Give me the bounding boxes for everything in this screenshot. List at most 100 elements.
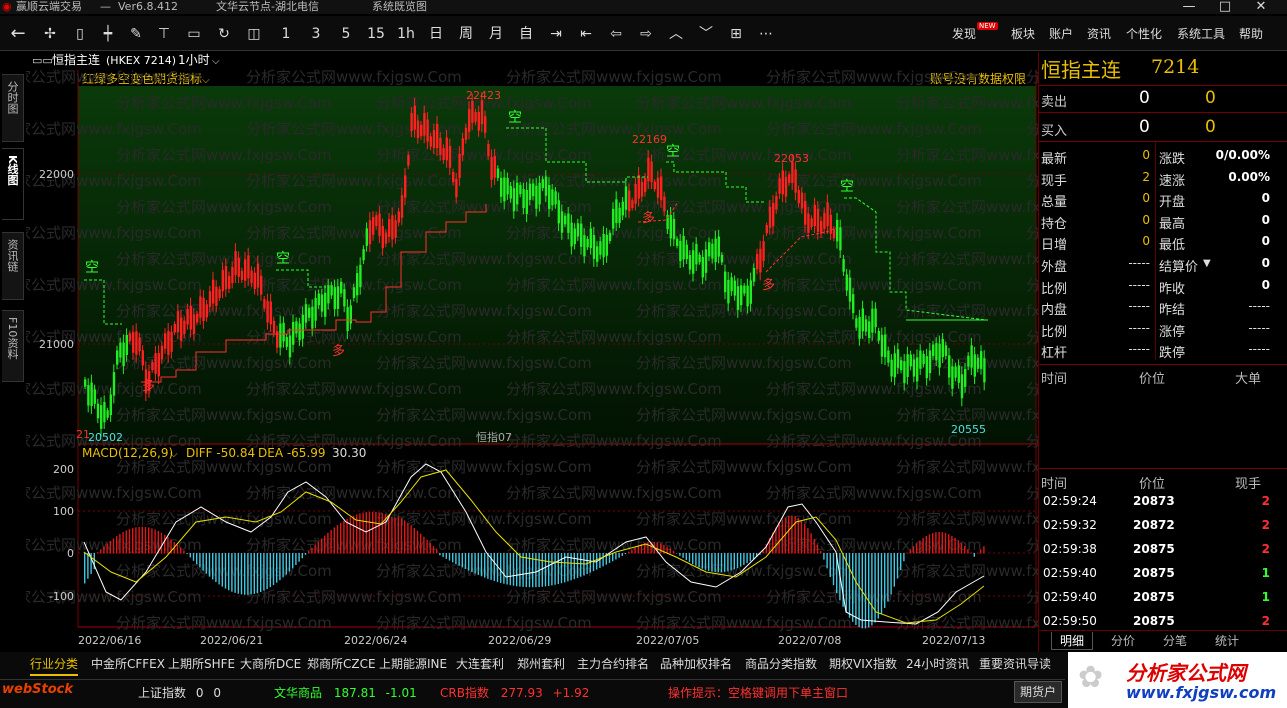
chevron-down-icon[interactable]: ⌵ — [212, 56, 220, 67]
bar-chart-icon[interactable]: ┿ — [98, 24, 118, 44]
tab-timeshare[interactable]: 分时图 — [2, 74, 24, 142]
menu-sector[interactable]: 板块 — [1011, 25, 1035, 42]
candle-body — [90, 382, 93, 407]
new-badge: NEW — [977, 22, 998, 30]
menu-account[interactable]: 账户 — [1049, 25, 1073, 42]
chart-menu-icon[interactable]: ▭▭ — [32, 54, 53, 67]
chart-area[interactable]: ▭▭ 恒指主连 (HKEX 7214) 1小时 ⌵ 红绿多空变色期货指标 ⌵ 账… — [26, 52, 1038, 652]
index3-change: +1.92 — [552, 686, 590, 700]
period-day[interactable]: 日 — [426, 24, 446, 44]
refresh-icon[interactable]: ↻ — [214, 24, 234, 44]
minimize-button[interactable]: — — [1172, 0, 1206, 16]
macd-title[interactable]: MACD(12,26,9) — [82, 446, 173, 460]
menu-news[interactable]: 资讯 — [1087, 25, 1111, 42]
macd-bar — [314, 544, 316, 554]
period-1min[interactable]: 1 — [276, 24, 296, 44]
more-icon[interactable]: ⋯ — [756, 24, 776, 44]
tab-f10[interactable]: F10资料 — [2, 310, 24, 382]
pin-icon[interactable]: ⊤ — [154, 24, 174, 44]
candle-body — [288, 335, 292, 358]
period-5min[interactable]: 5 — [336, 24, 356, 44]
watermark-text: 分析家公式网www.fxjgsw.Com — [246, 380, 462, 398]
tab-stats[interactable]: 统计 — [1207, 632, 1247, 649]
maximize-button[interactable]: □ — [1208, 0, 1242, 16]
macd-bar — [276, 553, 278, 583]
market-tab[interactable]: 商品分类指数 — [745, 654, 817, 674]
macd-bar — [612, 553, 614, 562]
menu-personalize[interactable]: 个性化 — [1126, 25, 1162, 42]
macd-value: 30.30 — [332, 446, 366, 460]
index-wenhua[interactable]: 文华商品 187.81 -1.01 — [274, 684, 417, 701]
sell-row[interactable]: 卖出 0 0 — [1039, 88, 1287, 110]
divider — [1039, 141, 1287, 142]
quote-label[interactable]: 结算价 — [1159, 256, 1198, 275]
period-3min[interactable]: 3 — [306, 24, 326, 44]
index-crb[interactable]: CRB指数 277.93 +1.92 — [440, 684, 589, 701]
period-1h[interactable]: 1h — [394, 24, 418, 44]
arrow-up-icon[interactable]: ︿ — [666, 24, 686, 44]
candle-body — [778, 178, 781, 194]
market-tab[interactable]: 期权VIX指数 — [829, 654, 897, 674]
candle-body — [772, 202, 775, 227]
macd-chevron-icon[interactable]: ⌵ — [170, 449, 178, 460]
tab-kline[interactable]: K线图 — [2, 148, 24, 220]
cycle-icon[interactable]: ▭ — [184, 24, 204, 44]
market-tab[interactable]: 上期能源INE — [379, 654, 447, 674]
period-month[interactable]: 月 — [486, 24, 506, 44]
menu-discover[interactable]: 发现 — [952, 25, 976, 42]
tab-trades[interactable]: 分笔 — [1155, 632, 1195, 649]
market-tab[interactable]: 郑商所CZCE — [307, 654, 376, 674]
market-tab[interactable]: 品种加权排名 — [660, 654, 732, 674]
shrink-icon[interactable]: ⇥ — [546, 24, 566, 44]
arrow-right-icon[interactable]: ⇨ — [636, 24, 656, 44]
menu-system-tools[interactable]: 系统工具 — [1177, 25, 1225, 42]
tab-news-chain[interactable]: 资讯链 — [2, 232, 24, 300]
market-tab[interactable]: 24小时资讯 — [906, 654, 969, 674]
watermark-text: 分析家公式网www.fxjgsw.Com — [506, 484, 722, 502]
divider — [1039, 468, 1287, 469]
tab-detail[interactable]: 明细 — [1051, 632, 1093, 650]
macd-bar — [621, 553, 623, 556]
index-shanghai[interactable]: 上证指数 0 0 — [138, 684, 221, 701]
tick-row[interactable]: 02:59:38 20875 2 — [1039, 539, 1287, 561]
indicator-chevron-icon[interactable]: ⌵ — [202, 75, 210, 86]
settle-dropdown-icon[interactable]: ▼ — [1203, 258, 1211, 269]
arrow-down-icon[interactable]: ﹀ — [696, 24, 716, 44]
webstock-logo[interactable]: webStock — [2, 682, 73, 697]
layout-icon[interactable]: ⊞ — [726, 24, 746, 44]
instrument-code: (HKEX 7214) — [106, 54, 176, 67]
close-button[interactable]: ✕ — [1244, 0, 1278, 16]
system-status[interactable]: 系统既览图 — [372, 0, 427, 13]
expand-icon[interactable]: ⇤ — [576, 24, 596, 44]
back-icon[interactable]: ← — [8, 24, 28, 44]
tick-row[interactable]: 02:59:40 20875 1 — [1039, 563, 1287, 585]
period-custom[interactable]: 自 — [516, 24, 536, 44]
market-tab[interactable]: 上期所SHFE — [168, 654, 235, 674]
zoom-icon[interactable]: ◫ — [244, 24, 264, 44]
market-tab[interactable]: 中金所CFFEX — [91, 654, 165, 674]
market-tab[interactable]: 大连套利 — [456, 654, 504, 674]
brand-url: www.fxjgsw.com — [1126, 683, 1277, 702]
macd-bar — [352, 515, 355, 554]
tab-price-dist[interactable]: 分价 — [1103, 632, 1143, 649]
tick-row[interactable]: 02:59:24 20873 2 — [1039, 491, 1287, 513]
tick-row[interactable]: 02:59:32 20872 2 — [1039, 515, 1287, 537]
market-tab[interactable]: 重要资讯导读 — [979, 654, 1051, 674]
candle-body — [234, 251, 237, 276]
market-tab[interactable]: 主力合约排名 — [577, 654, 649, 674]
server-name[interactable]: 文华云节点-湖北电信 — [216, 0, 319, 13]
period-15min[interactable]: 15 — [364, 24, 388, 44]
crosshair-icon[interactable]: ✢ — [40, 24, 60, 44]
arrow-left-icon[interactable]: ⇦ — [606, 24, 626, 44]
buy-row[interactable]: 买入 0 0 — [1039, 117, 1287, 139]
draw-icon[interactable]: ✎ — [126, 24, 146, 44]
candlestick-icon[interactable]: ▯ — [70, 24, 90, 44]
tick-row[interactable]: 02:59:40 20875 1 — [1039, 587, 1287, 609]
market-tab[interactable]: 行业分类 — [30, 654, 79, 676]
menu-help[interactable]: 帮助 — [1239, 25, 1263, 42]
futures-account-button[interactable]: 期货户 — [1014, 681, 1062, 703]
period-week[interactable]: 周 — [456, 24, 476, 44]
period-selector[interactable]: 1小时 — [178, 53, 210, 67]
market-tab[interactable]: 大商所DCE — [240, 654, 301, 674]
market-tab[interactable]: 郑州套利 — [517, 654, 565, 674]
